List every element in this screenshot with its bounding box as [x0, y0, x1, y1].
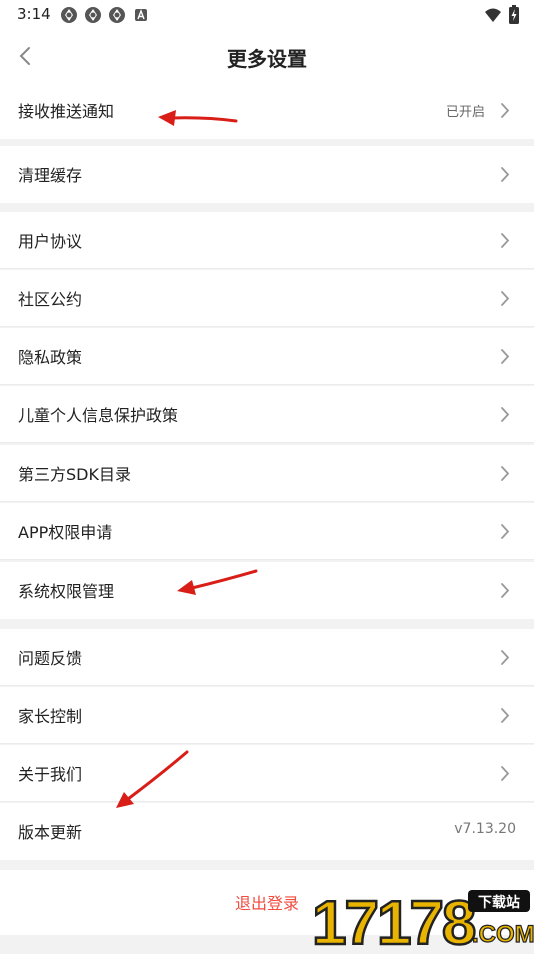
chevron-right-icon [501, 766, 510, 781]
row-divider [0, 801, 534, 802]
settings-row-cache[interactable]: 清理缓存 [0, 146, 534, 203]
settings-row-sdk[interactable]: 第三方SDK目录 [0, 445, 534, 502]
row-label: 用户协议 [18, 232, 83, 251]
row-divider [0, 501, 534, 502]
settings-row-version[interactable]: 版本更新 v7.13.20 [0, 803, 534, 860]
chevron-right-icon [501, 167, 510, 182]
row-label: 接收推送通知 [18, 102, 115, 121]
header-bar: 更多设置 [0, 30, 534, 82]
chevron-right-icon [501, 407, 510, 422]
row-label: 清理缓存 [18, 166, 83, 185]
chevron-right-icon [501, 524, 510, 539]
row-label: 儿童个人信息保护政策 [18, 406, 179, 425]
status-bar: 3:14 [0, 0, 534, 30]
row-divider [0, 743, 534, 744]
page-title: 更多设置 [227, 47, 307, 71]
row-label: 版本更新 [18, 823, 83, 842]
row-divider [0, 326, 534, 327]
row-value: 已开启 [445, 105, 485, 120]
settings-row-about[interactable]: 关于我们 [0, 745, 534, 802]
chevron-right-icon [501, 291, 510, 306]
row-label: 隐私政策 [18, 348, 83, 367]
row-divider [0, 685, 534, 686]
row-divider [0, 384, 534, 385]
row-label: APP权限申请 [18, 523, 113, 542]
row-label: 关于我们 [18, 765, 83, 784]
row-divider [0, 442, 534, 443]
chevron-right-icon [501, 233, 510, 248]
settings-row-push[interactable]: 接收推送通知 已开启 [0, 82, 534, 139]
chevron-right-icon [501, 103, 510, 118]
row-divider [0, 268, 534, 269]
notification-icons [60, 6, 150, 24]
row-divider [0, 559, 534, 560]
row-label: 问题反馈 [18, 649, 83, 668]
settings-row-app-permission[interactable]: APP权限申请 [0, 503, 534, 560]
settings-row-system-permission[interactable]: 系统权限管理 [0, 562, 534, 619]
chevron-right-icon [501, 650, 510, 665]
status-time: 3:14 [17, 5, 51, 23]
app-icon [84, 6, 102, 24]
chevron-right-icon [501, 708, 510, 723]
row-label: 第三方SDK目录 [18, 465, 131, 484]
a-icon [132, 6, 150, 24]
wifi-icon [484, 7, 502, 27]
row-label: 家长控制 [18, 707, 83, 726]
row-label: 系统权限管理 [18, 582, 115, 601]
settings-row-privacy[interactable]: 隐私政策 [0, 328, 534, 385]
chevron-right-icon [501, 583, 510, 598]
settings-row-parental[interactable]: 家长控制 [0, 687, 534, 744]
settings-row-child-privacy[interactable]: 儿童个人信息保护政策 [0, 386, 534, 443]
chevron-right-icon [501, 349, 510, 364]
version-value: v7.13.20 [454, 821, 516, 837]
battery-icon [508, 5, 520, 28]
watermark-logo: 17178 下载站 .COM [310, 888, 534, 954]
settings-row-community[interactable]: 社区公约 [0, 270, 534, 327]
watermark-number: 17178 [312, 889, 475, 950]
status-right-icons [484, 5, 520, 28]
app-icon [60, 6, 78, 24]
row-label: 社区公约 [18, 290, 83, 309]
settings-row-user-agreement[interactable]: 用户协议 [0, 212, 534, 269]
watermark-suffix: .COM [472, 921, 534, 948]
app-icon [108, 6, 126, 24]
settings-row-feedback[interactable]: 问题反馈 [0, 629, 534, 686]
chevron-right-icon [501, 466, 510, 481]
watermark-badge: 下载站 [478, 894, 520, 911]
